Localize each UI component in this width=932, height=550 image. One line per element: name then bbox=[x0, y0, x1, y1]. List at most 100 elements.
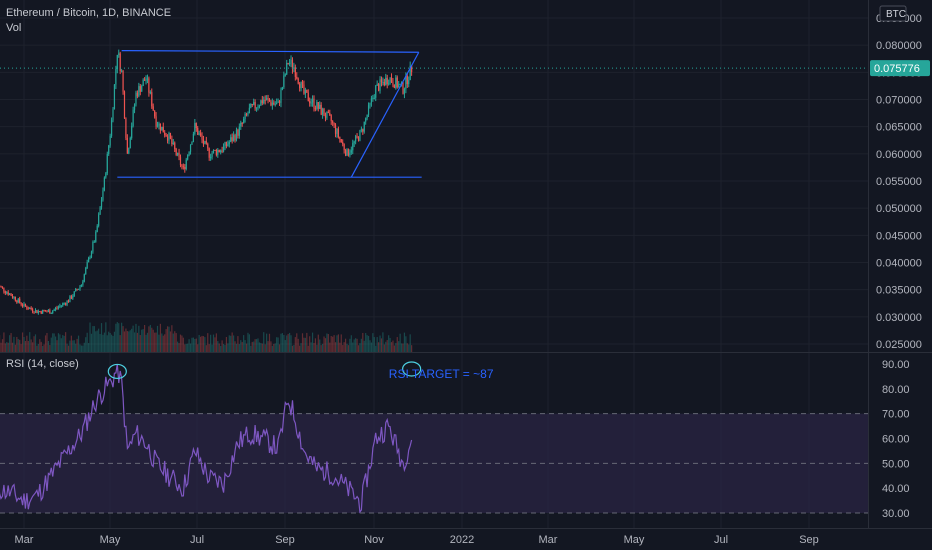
candle-body bbox=[306, 89, 308, 93]
volume-bar bbox=[320, 345, 322, 352]
volume-bar bbox=[288, 332, 291, 352]
volume-bar bbox=[171, 325, 173, 352]
volume-bar bbox=[191, 337, 193, 352]
candle-body bbox=[273, 102, 275, 105]
candle-body bbox=[73, 291, 75, 297]
candle-body bbox=[181, 165, 183, 167]
candle-body bbox=[182, 166, 184, 168]
candle-body bbox=[316, 102, 318, 109]
volume-bar bbox=[383, 344, 385, 352]
volume-legend[interactable]: Vol bbox=[6, 22, 21, 34]
candle-body bbox=[192, 133, 195, 142]
volume-bar bbox=[367, 335, 370, 352]
candle-body bbox=[210, 157, 212, 159]
rsi-axis-label: 80.00 bbox=[882, 384, 910, 396]
volume-bar bbox=[3, 332, 5, 352]
candle-body bbox=[301, 81, 304, 85]
volume-bar bbox=[6, 342, 8, 352]
volume-bar bbox=[220, 345, 222, 352]
candle-body bbox=[313, 98, 315, 109]
volume-bar bbox=[392, 340, 394, 352]
candle-body bbox=[336, 128, 338, 134]
volume-bar bbox=[283, 334, 285, 352]
candle-body bbox=[10, 293, 12, 296]
volume-bar bbox=[350, 335, 352, 352]
volume-bar bbox=[34, 334, 37, 352]
volume-bar bbox=[264, 344, 266, 352]
volume-bar bbox=[59, 334, 61, 352]
candle-body bbox=[290, 59, 292, 64]
candle-body bbox=[154, 110, 156, 117]
candle-body bbox=[123, 91, 126, 119]
volume-bar bbox=[75, 343, 77, 352]
candle-body bbox=[291, 59, 294, 69]
volume-bar bbox=[90, 333, 93, 352]
volume-bar bbox=[217, 341, 219, 352]
candle-body bbox=[267, 98, 269, 100]
candle-body bbox=[80, 284, 83, 287]
candle-body bbox=[346, 149, 348, 156]
candle-body bbox=[142, 79, 144, 86]
volume-bar bbox=[218, 343, 220, 352]
volume-bar bbox=[197, 344, 199, 352]
candle-body bbox=[257, 106, 259, 108]
symbol-legend[interactable]: Ethereum / Bitcoin, 1D, BINANCE bbox=[6, 7, 171, 19]
candle-body bbox=[333, 122, 335, 125]
volume-bar bbox=[306, 332, 308, 352]
volume-bar bbox=[118, 323, 120, 352]
volume-bar bbox=[375, 345, 377, 352]
candle-body bbox=[201, 135, 203, 140]
rsi-target-annotation[interactable]: RSI TARGET = ~87 bbox=[389, 367, 494, 381]
candle-body bbox=[145, 78, 147, 81]
candle-body bbox=[151, 92, 153, 107]
candle-body bbox=[70, 296, 72, 299]
volume-bar bbox=[393, 345, 395, 352]
volume-bar bbox=[169, 331, 172, 352]
candle-body bbox=[14, 296, 16, 301]
candle-body bbox=[276, 102, 278, 105]
volume-bar bbox=[359, 343, 361, 352]
candle-body bbox=[352, 143, 354, 151]
candle-body bbox=[281, 87, 284, 90]
volume-bar bbox=[258, 342, 261, 352]
volume-bar bbox=[301, 333, 304, 352]
volume-bar bbox=[121, 322, 123, 352]
candle-body bbox=[212, 149, 215, 154]
volume-bar bbox=[365, 333, 367, 352]
volume-bar bbox=[261, 343, 263, 352]
volume-bar bbox=[277, 337, 279, 352]
volume-bar bbox=[32, 342, 34, 352]
volume-bar bbox=[293, 344, 295, 352]
rsi-legend[interactable]: RSI (14, close) bbox=[6, 358, 79, 370]
volume-bar bbox=[154, 332, 156, 352]
time-axis-label: Sep bbox=[799, 534, 819, 546]
candle-body bbox=[261, 100, 263, 104]
candle-body bbox=[225, 142, 228, 146]
volume-bar bbox=[284, 340, 286, 352]
candle-body bbox=[39, 311, 41, 313]
volume-bar bbox=[304, 337, 306, 352]
candle-body bbox=[40, 311, 42, 314]
volume-bar bbox=[248, 334, 250, 352]
volume-bar bbox=[349, 338, 351, 352]
candle-body bbox=[324, 116, 327, 118]
candle-body bbox=[135, 92, 137, 105]
volume-bar bbox=[40, 341, 42, 352]
volume-bar bbox=[210, 334, 212, 352]
volume-bar bbox=[317, 334, 319, 352]
candle-body bbox=[337, 128, 339, 138]
volume-bar bbox=[323, 336, 325, 352]
volume-bar bbox=[33, 336, 35, 352]
volume-bar bbox=[353, 339, 355, 352]
candle-body bbox=[24, 303, 27, 307]
chart-canvas: RSI TARGET = ~87 0.025000 0.030000 0.035000… bbox=[0, 0, 932, 550]
candle-body bbox=[56, 307, 58, 309]
candle-body bbox=[86, 262, 88, 269]
candle-body bbox=[184, 167, 186, 170]
volume-bar bbox=[62, 335, 64, 352]
volume-bar bbox=[46, 332, 48, 352]
volume-bar bbox=[382, 332, 384, 352]
candle-body bbox=[314, 108, 317, 110]
candle-body bbox=[343, 143, 345, 151]
candle-body bbox=[146, 78, 149, 80]
